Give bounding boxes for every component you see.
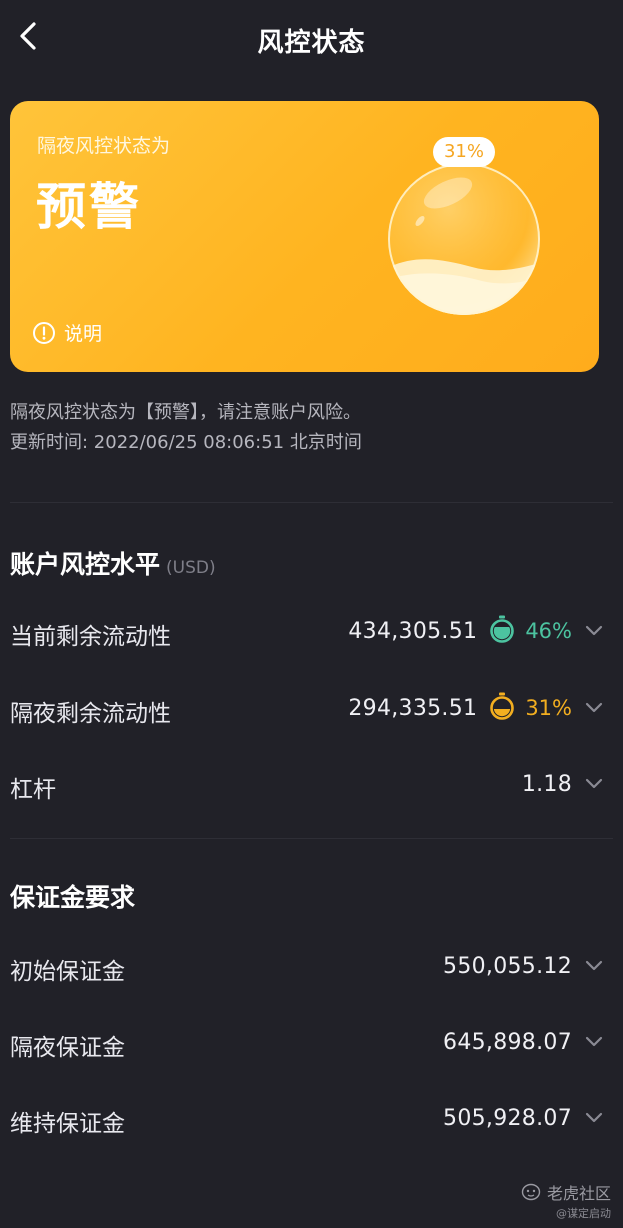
row-label: 初始保证金 xyxy=(10,959,125,985)
chevron-down-icon[interactable] xyxy=(584,624,604,638)
chevron-down-icon[interactable] xyxy=(584,1111,604,1125)
liquidity-level-badge: 31% xyxy=(489,692,572,724)
overnight-liquidity-row[interactable]: 隔夜剩余流动性 294,335.51 31% xyxy=(10,688,604,728)
update-time: 更新时间: 2022/06/25 08:06:51 北京时间 xyxy=(10,432,362,453)
leverage-row[interactable]: 杠杆 1.18 xyxy=(10,764,604,804)
row-label: 维持保证金 xyxy=(10,1111,125,1137)
liquidity-percent: 31% xyxy=(525,696,572,720)
page-title: 风控状态 xyxy=(257,28,366,58)
row-label: 隔夜剩余流动性 xyxy=(10,701,171,727)
watermark-brand: 老虎社区 xyxy=(546,1184,611,1203)
row-value: 294,335.51 xyxy=(348,695,478,721)
row-label: 当前剩余流动性 xyxy=(10,624,171,650)
explain-label: 说明 xyxy=(64,323,103,345)
row-value: 550,055.12 xyxy=(443,953,572,979)
row-value: 645,898.07 xyxy=(443,1029,572,1055)
explain-link[interactable]: 说明 xyxy=(32,319,102,346)
chevron-down-icon[interactable] xyxy=(584,777,604,791)
liquidity-level-badge: 46% xyxy=(489,615,572,647)
top-bar: 风控状态 xyxy=(0,0,623,80)
row-value: 1.18 xyxy=(521,771,572,797)
chevron-down-icon[interactable] xyxy=(584,1035,604,1049)
margin-section-title: 保证金要求 xyxy=(10,883,136,912)
risk-section-title-text: 账户风控水平 xyxy=(10,550,161,579)
risk-notice: 隔夜风控状态为【预警】，请注意账户风险。 xyxy=(10,402,361,423)
stopwatch-icon xyxy=(489,615,515,647)
risk-section-title: 账户风控水平 (USD) xyxy=(10,545,216,581)
row-label: 杠杆 xyxy=(10,777,56,803)
gauge-percent-badge: 31% xyxy=(433,137,495,167)
tiger-logo-icon xyxy=(521,1183,541,1201)
currency-unit: (USD) xyxy=(166,558,216,578)
info-circle-icon xyxy=(32,321,56,345)
chevron-down-icon[interactable] xyxy=(584,959,604,973)
divider xyxy=(10,838,613,839)
overnight-margin-row[interactable]: 隔夜保证金 645,898.07 xyxy=(10,1022,604,1062)
chevron-down-icon[interactable] xyxy=(584,701,604,715)
maintenance-margin-row[interactable]: 维持保证金 505,928.07 xyxy=(10,1098,604,1138)
row-value: 434,305.51 xyxy=(348,618,478,644)
risk-status-card: 隔夜风控状态为 预警 31% 说明 xyxy=(10,101,599,372)
community-watermark: 老虎社区 @谋定启动 xyxy=(521,1180,611,1221)
liquidity-gauge: 31% xyxy=(382,131,552,321)
liquidity-percent: 46% xyxy=(525,619,572,643)
row-value: 505,928.07 xyxy=(443,1105,572,1131)
initial-margin-row[interactable]: 初始保证金 550,055.12 xyxy=(10,946,604,986)
card-subtitle: 隔夜风控状态为 xyxy=(37,135,171,157)
current-liquidity-row[interactable]: 当前剩余流动性 434,305.51 46% xyxy=(10,611,604,651)
watermark-handle: @谋定启动 xyxy=(556,1207,611,1220)
row-label: 隔夜保证金 xyxy=(10,1035,125,1061)
stopwatch-icon xyxy=(489,692,515,724)
risk-status-text: 预警 xyxy=(36,178,142,236)
divider xyxy=(10,502,613,503)
